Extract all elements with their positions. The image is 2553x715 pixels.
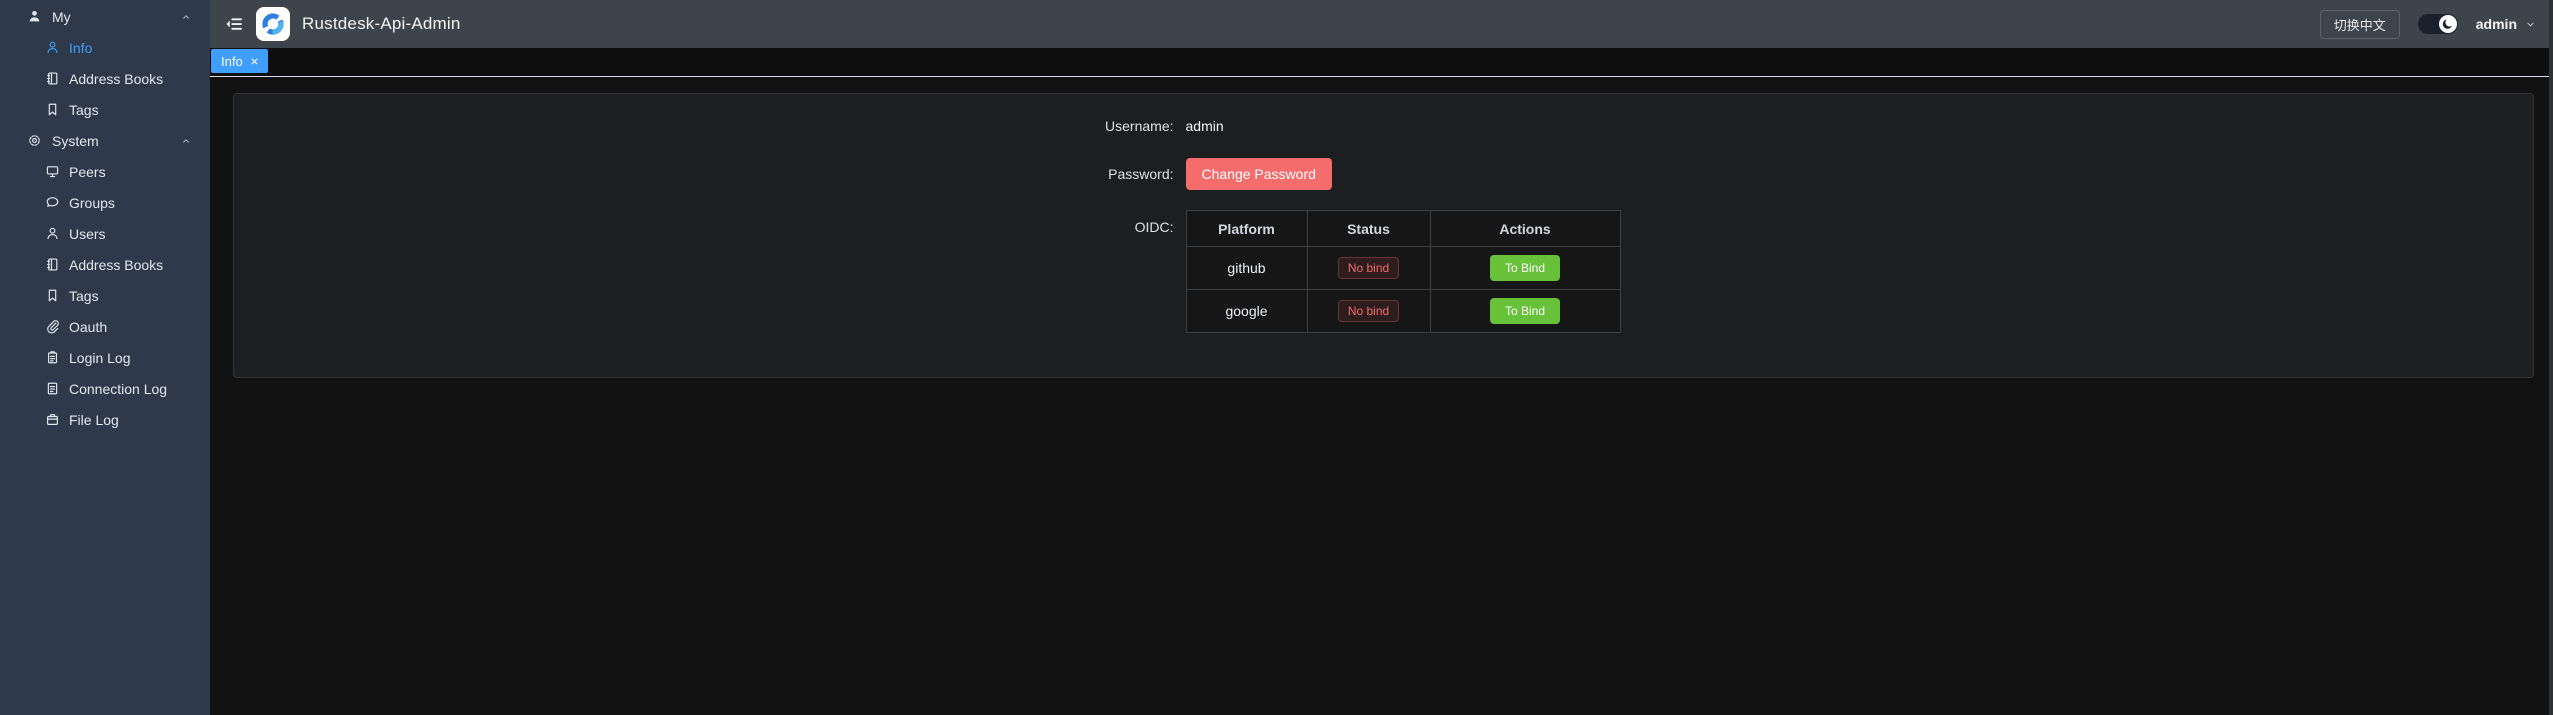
sidebar-item-label: File Log (69, 412, 192, 428)
document-icon (45, 381, 60, 396)
sidebar-item-users[interactable]: Users (0, 218, 210, 249)
sidebar-item-file-log[interactable]: File Log (0, 404, 210, 435)
monitor-icon (45, 164, 60, 179)
sidebar-item-label: Connection Log (69, 381, 192, 397)
sidebar: My Info Address Books Tags System Peers … (0, 0, 210, 715)
sidebar-section-system[interactable]: System (0, 125, 210, 156)
to-bind-button[interactable]: To Bind (1490, 255, 1560, 281)
sidebar-section-label: My (52, 9, 180, 25)
actions-cell: To Bind (1430, 247, 1620, 290)
chevron-down-icon (2524, 18, 2537, 31)
sidebar-section-my[interactable]: My (0, 1, 210, 32)
sidebar-item-label: Address Books (69, 71, 192, 87)
username-label: Username: (1034, 118, 1174, 134)
user-icon (45, 226, 60, 241)
oidc-header-platform: Platform (1186, 211, 1307, 247)
sidebar-item-peers[interactable]: Peers (0, 156, 210, 187)
sidebar-item-tags-system[interactable]: Tags (0, 280, 210, 311)
oidc-row: OIDC: Platform Status Actions (1034, 210, 1734, 333)
sidebar-item-label: Login Log (69, 350, 192, 366)
sidebar-item-label: Users (69, 226, 192, 242)
chevron-up-icon (180, 135, 192, 147)
sidebar-item-label: Info (69, 40, 192, 56)
sidebar-item-label: Oauth (69, 319, 192, 335)
platform-cell: google (1186, 290, 1307, 333)
paperclip-icon (45, 319, 60, 334)
sidebar-item-label: Groups (69, 195, 192, 211)
sidebar-item-login-log[interactable]: Login Log (0, 342, 210, 373)
actions-cell: To Bind (1430, 290, 1620, 333)
sidebar-collapse-icon[interactable] (224, 14, 244, 34)
main-area: Rustdesk-Api-Admin 切换中文 admin Info (210, 0, 2553, 715)
page-content: Username: admin Password: Change Passwor… (210, 77, 2553, 715)
password-row: Password: Change Password (1034, 158, 1734, 190)
change-password-button[interactable]: Change Password (1186, 158, 1332, 190)
sidebar-item-info[interactable]: Info (0, 32, 210, 63)
clipboard-icon (45, 350, 60, 365)
platform-cell: github (1186, 247, 1307, 290)
notebook-icon (45, 257, 60, 272)
user-name: admin (2476, 16, 2517, 32)
rustdesk-logo-icon (256, 7, 290, 41)
tab-info[interactable]: Info (211, 49, 268, 73)
sidebar-item-groups[interactable]: Groups (0, 187, 210, 218)
moon-icon (2439, 15, 2457, 33)
sidebar-item-label: Address Books (69, 257, 192, 273)
to-bind-button[interactable]: To Bind (1490, 298, 1560, 324)
status-badge: No bind (1338, 300, 1399, 322)
bookmark-icon (45, 288, 60, 303)
app-title: Rustdesk-Api-Admin (302, 14, 461, 34)
sidebar-item-address-books-system[interactable]: Address Books (0, 249, 210, 280)
vertical-scrollbar[interactable] (2549, 0, 2553, 715)
gear-icon (27, 133, 42, 148)
password-label: Password: (1034, 166, 1174, 182)
switch-language-button[interactable]: 切换中文 (2320, 10, 2400, 39)
user-dropdown[interactable]: admin (2476, 16, 2537, 32)
briefcase-icon (45, 412, 60, 427)
dark-mode-toggle[interactable] (2418, 14, 2458, 34)
chat-bubble-icon (45, 195, 60, 210)
table-row: google No bind To Bind (1186, 290, 1620, 333)
sidebar-item-oauth[interactable]: Oauth (0, 311, 210, 342)
oidc-table-header-row: Platform Status Actions (1186, 211, 1620, 247)
status-badge: No bind (1338, 257, 1399, 279)
tabs-view-bar: Info (210, 48, 2553, 77)
sidebar-item-tags[interactable]: Tags (0, 94, 210, 125)
close-icon[interactable] (249, 56, 260, 67)
oidc-header-status: Status (1307, 211, 1430, 247)
oidc-header-actions: Actions (1430, 211, 1620, 247)
chevron-up-icon (180, 11, 192, 23)
top-header: Rustdesk-Api-Admin 切换中文 admin (210, 0, 2553, 48)
oidc-table: Platform Status Actions github No bind (1186, 210, 1621, 333)
user-icon (45, 40, 60, 55)
table-row: github No bind To Bind (1186, 247, 1620, 290)
sidebar-item-connection-log[interactable]: Connection Log (0, 373, 210, 404)
sidebar-section-label: System (52, 133, 180, 149)
tab-label: Info (221, 54, 243, 69)
sidebar-item-label: Tags (69, 102, 192, 118)
username-value: admin (1186, 118, 1224, 134)
sidebar-item-label: Peers (69, 164, 192, 180)
notebook-icon (45, 71, 60, 86)
sidebar-item-address-books[interactable]: Address Books (0, 63, 210, 94)
profile-form: Username: admin Password: Change Passwor… (1034, 118, 1734, 333)
profile-card: Username: admin Password: Change Passwor… (233, 93, 2534, 378)
oidc-label: OIDC: (1034, 210, 1174, 235)
app-window: My Info Address Books Tags System Peers … (0, 0, 2553, 715)
status-cell: No bind (1307, 290, 1430, 333)
user-filled-icon (27, 9, 42, 24)
username-row: Username: admin (1034, 118, 1734, 134)
bookmark-icon (45, 102, 60, 117)
status-cell: No bind (1307, 247, 1430, 290)
sidebar-item-label: Tags (69, 288, 192, 304)
